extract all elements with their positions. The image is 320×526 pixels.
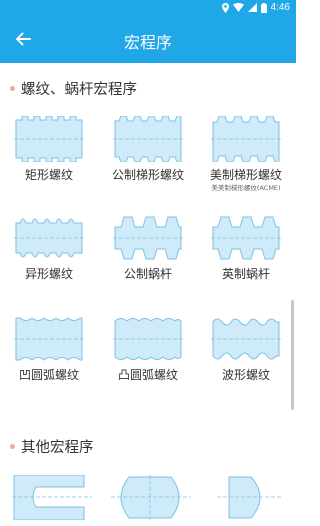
ellipse-profile-icon[interactable] [111, 475, 191, 520]
scrollbar[interactable] [291, 300, 294, 410]
page-title: 宏程序 [123, 33, 172, 52]
section-header-other-macros: 其他宏程序 [10, 436, 94, 456]
acme-thread-icon [211, 116, 281, 162]
app-bar: 宏程序 [0, 15, 296, 63]
tile-label: 英制蜗杆 [221, 267, 270, 281]
macro-tile-acme-trapezoidal-thread[interactable]: 美制梯形螺纹 美美制梯形螺纹(ACME) [201, 116, 291, 211]
section-header-thread-worm: 螺纹、蜗杆宏程序 [10, 78, 137, 98]
tile-label: 凹圆弧螺纹 [18, 368, 79, 382]
tile-label: 美制梯形螺纹 [209, 168, 282, 182]
macro-tile-rectangular-thread[interactable]: 矩形螺纹 [4, 116, 94, 211]
macro-tile-special-thread[interactable]: 异形螺纹 [4, 215, 94, 310]
special-thread-icon [14, 218, 84, 258]
battery-icon [260, 2, 267, 13]
macro-tile-convex-arc-thread[interactable]: 凸圆弧螺纹 [103, 316, 193, 411]
tile-label: 公制蜗杆 [123, 267, 172, 281]
convex-arc-thread-icon [113, 318, 183, 360]
tile-label: 波形螺纹 [221, 368, 270, 382]
wave-thread-icon [211, 318, 281, 360]
macro-tile-wave-thread[interactable]: 波形螺纹 [201, 316, 291, 411]
status-icons: 4:46 [221, 1, 290, 14]
tile-label: 凸圆弧螺纹 [117, 368, 178, 382]
rectangular-thread-icon [14, 116, 84, 162]
metric-worm-icon [113, 216, 183, 260]
tile-label: 公制梯形螺纹 [111, 168, 184, 182]
section-title: 其他宏程序 [21, 439, 94, 456]
section-bullet-icon [10, 443, 15, 449]
section-title: 螺纹、蜗杆宏程序 [21, 81, 137, 98]
wifi-icon [232, 3, 244, 12]
status-bar: 4:46 [0, 0, 296, 15]
signal-icon [247, 3, 257, 12]
clock-time: 4:46 [270, 2, 290, 13]
macro-tile-imperial-worm[interactable]: 英制蜗杆 [201, 215, 291, 310]
location-icon [221, 2, 229, 13]
section-bullet-icon [10, 85, 15, 91]
concave-arc-thread-icon [14, 317, 84, 361]
macro-tile-metric-worm[interactable]: 公制蜗杆 [103, 215, 193, 310]
tile-label: 异形螺纹 [24, 267, 73, 281]
tile-sublabel: 美美制梯形螺纹(ACME) [211, 184, 281, 192]
trapezoidal-thread-icon [113, 116, 183, 162]
macro-tile-metric-trapezoidal-thread[interactable]: 公制梯形螺纹 [103, 116, 193, 211]
arc-end-profile-icon[interactable] [217, 475, 297, 520]
imperial-worm-icon [211, 216, 281, 260]
tile-label: 矩形螺纹 [24, 168, 73, 182]
slot-groove-icon[interactable] [12, 475, 92, 520]
macro-tile-concave-arc-thread[interactable]: 凹圆弧螺纹 [4, 316, 94, 411]
